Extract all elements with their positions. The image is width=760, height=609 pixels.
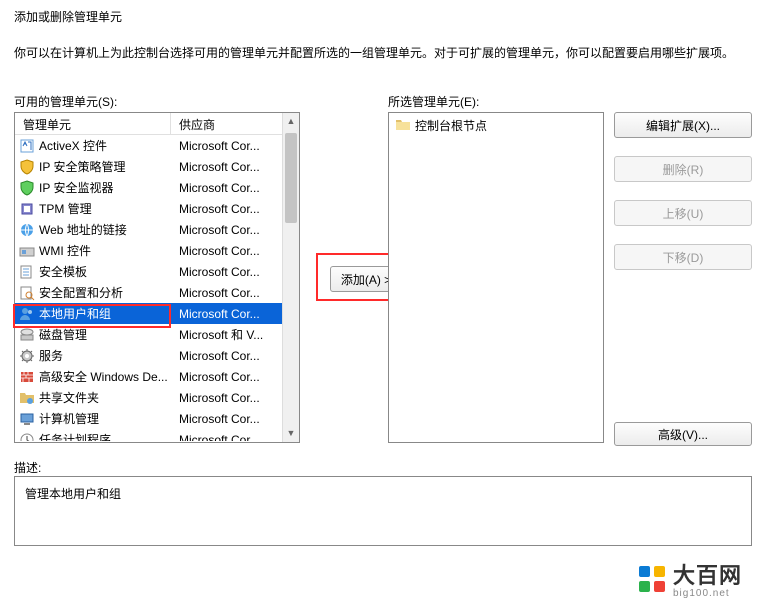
dialog-instruction: 你可以在计算机上为此控制台选择可用的管理单元并配置所选的一组管理单元。对于可扩展… [14,44,734,61]
firewall-icon [19,369,35,385]
selected-snapins-tree[interactable]: 控制台根节点 [388,112,604,443]
item-name: 计算机管理 [39,410,173,427]
item-vendor: Microsoft Cor... [173,139,299,153]
item-vendor: Microsoft 和 V... [173,326,299,343]
computer-icon [19,411,35,427]
item-name: 安全模板 [39,263,173,280]
list-item[interactable]: 本地用户和组Microsoft Cor... [15,303,299,324]
watermark-brand: 大百网 [673,558,742,590]
item-name: ActiveX 控件 [39,137,173,154]
list-item[interactable]: 磁盘管理Microsoft 和 V... [15,324,299,345]
activex-icon [19,138,35,154]
users-icon [19,306,35,322]
list-item[interactable]: 服务Microsoft Cor... [15,345,299,366]
list-item[interactable]: IP 安全策略管理Microsoft Cor... [15,156,299,177]
gear-icon [19,348,35,364]
list-item[interactable]: TPM 管理Microsoft Cor... [15,198,299,219]
item-name: 服务 [39,347,173,364]
item-name: IP 安全策略管理 [39,158,173,175]
item-name: 磁盘管理 [39,326,173,343]
item-vendor: Microsoft Cor... [173,265,299,279]
folder-share-icon [19,390,35,406]
label-description: 描述: [14,459,41,476]
list-item[interactable]: Web 地址的链接Microsoft Cor... [15,219,299,240]
list-item[interactable]: 共享文件夹Microsoft Cor... [15,387,299,408]
remove-button: 删除(R) [614,156,752,182]
item-name: TPM 管理 [39,200,173,217]
available-snapins-list[interactable]: 管理单元 供应商 ActiveX 控件Microsoft Cor...IP 安全… [14,112,300,443]
list-item[interactable]: 任务计划程序Microsoft Cor... [15,429,299,441]
item-vendor: Microsoft Cor... [173,391,299,405]
list-item[interactable]: 安全模板Microsoft Cor... [15,261,299,282]
edit-extensions-button[interactable]: 编辑扩展(X)... [614,112,752,138]
header-name[interactable]: 管理单元 [15,113,171,134]
move-up-button: 上移(U) [614,200,752,226]
item-name: 高级安全 Windows De... [39,368,173,385]
scroll-down-arrow[interactable]: ▼ [283,425,299,442]
list-item[interactable]: ActiveX 控件Microsoft Cor... [15,135,299,156]
item-vendor: Microsoft Cor... [173,370,299,384]
label-available-snapins: 可用的管理单元(S): [14,93,117,110]
item-vendor: Microsoft Cor... [173,433,299,442]
folder-icon [395,117,411,133]
item-name: 本地用户和组 [39,305,173,322]
scroll-thumb[interactable] [285,133,297,223]
item-vendor: Microsoft Cor... [173,223,299,237]
item-vendor: Microsoft Cor... [173,160,299,174]
item-vendor: Microsoft Cor... [173,202,299,216]
list-item[interactable]: IP 安全监视器Microsoft Cor... [15,177,299,198]
scroll-up-arrow[interactable]: ▲ [283,113,299,130]
item-name: 安全配置和分析 [39,284,173,301]
header-vendor[interactable]: 供应商 [171,113,299,134]
item-vendor: Microsoft Cor... [173,412,299,426]
tree-root-label: 控制台根节点 [415,117,487,134]
shield-green-icon [19,180,35,196]
advanced-button[interactable]: 高级(V)... [614,422,752,446]
list-item[interactable]: 计算机管理Microsoft Cor... [15,408,299,429]
wmi-icon [19,243,35,259]
item-name: 共享文件夹 [39,389,173,406]
watermark: 大百网 big100.net [639,558,742,599]
item-vendor: Microsoft Cor... [173,349,299,363]
item-name: IP 安全监视器 [39,179,173,196]
label-selected-snapins: 所选管理单元(E): [388,93,479,110]
item-name: Web 地址的链接 [39,221,173,238]
shield-yellow-icon [19,159,35,175]
tree-root-node[interactable]: 控制台根节点 [391,115,601,135]
item-vendor: Microsoft Cor... [173,307,299,321]
description-text: 管理本地用户和组 [25,487,121,501]
move-down-button: 下移(D) [614,244,752,270]
analyze-icon [19,285,35,301]
chip-icon [19,201,35,217]
list-item[interactable]: WMI 控件Microsoft Cor... [15,240,299,261]
right-button-column: 编辑扩展(X)... 删除(R) 上移(U) 下移(D) [614,112,752,288]
item-vendor: Microsoft Cor... [173,286,299,300]
list-item[interactable]: 安全配置和分析Microsoft Cor... [15,282,299,303]
list-item[interactable]: 高级安全 Windows De...Microsoft Cor... [15,366,299,387]
link-icon [19,222,35,238]
scrollbar[interactable]: ▲ ▼ [282,113,299,442]
item-vendor: Microsoft Cor... [173,244,299,258]
description-box: 管理本地用户和组 [14,476,752,546]
dialog-title: 添加或删除管理单元 [14,8,122,25]
item-name: 任务计划程序 [39,431,173,441]
template-icon [19,264,35,280]
item-vendor: Microsoft Cor... [173,181,299,195]
clock-icon [19,432,35,442]
available-list-header: 管理单元 供应商 [15,113,299,135]
item-name: WMI 控件 [39,242,173,259]
disk-icon [19,327,35,343]
watermark-logo-icon [639,566,665,592]
